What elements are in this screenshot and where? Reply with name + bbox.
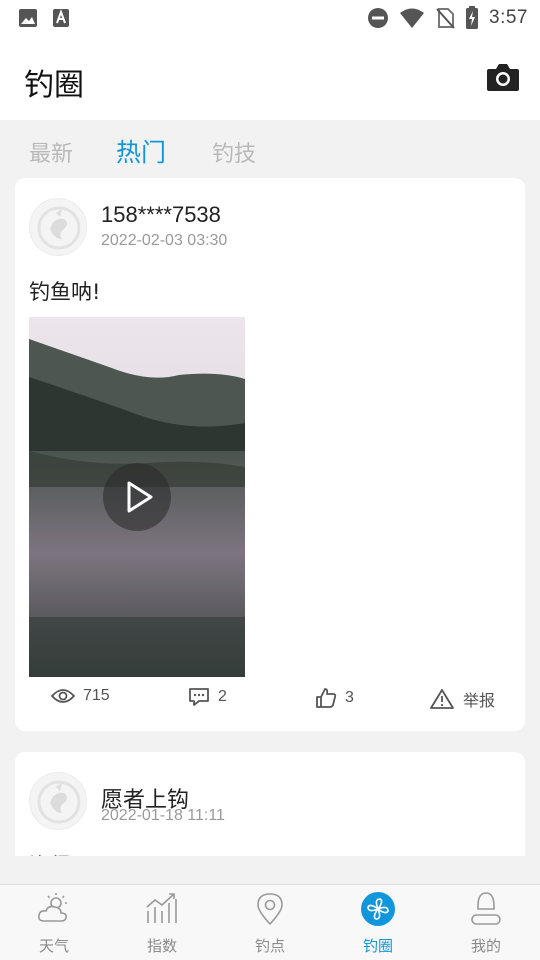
nav-weather[interactable]: 天气 [0, 885, 108, 960]
nav-label: 钓圈 [362, 937, 393, 955]
report-button[interactable]: 举报 [429, 687, 495, 711]
app-bar: 钓圈 [0, 36, 540, 120]
feed-tabs: 最新 热门 钓技 [0, 120, 540, 178]
tab-hot[interactable]: 热门 [116, 133, 166, 169]
post-card[interactable]: 158****7538 2022-02-03 03:30 钓鱼呐! 715 2 … [15, 178, 525, 731]
like-button[interactable]: 3 [315, 687, 354, 709]
chart-icon [146, 893, 177, 923]
report-label: 举报 [463, 693, 496, 710]
location-pin-icon [257, 893, 283, 926]
bottom-nav: 天气 指数 钓点 钓圈 我的 [0, 884, 540, 960]
image-icon [19, 9, 37, 27]
nav-index[interactable]: 指数 [108, 885, 216, 960]
post-date: 2022-02-03 03:30 [101, 232, 228, 249]
comments-count: 2 [218, 688, 227, 705]
video-thumbnail[interactable] [29, 317, 245, 677]
nav-label: 天气 [38, 937, 69, 955]
post-text: 钓鱼呐! [29, 280, 101, 304]
nav-label: 钓点 [254, 937, 285, 955]
battery-charging-icon [466, 6, 479, 29]
status-bar: 3:57 [0, 0, 540, 36]
weather-icon [38, 893, 67, 922]
likes-count: 3 [345, 689, 354, 706]
views-count: 715 [83, 687, 110, 704]
post-text: 渔得 [29, 850, 71, 856]
nav-spots[interactable]: 钓点 [216, 885, 324, 960]
avatar[interactable] [29, 198, 87, 256]
tab-skills[interactable]: 钓技 [212, 136, 256, 168]
eye-icon [51, 689, 75, 703]
pinwheel-icon [361, 892, 395, 926]
post-date: 2022-01-18 11:11 [101, 807, 225, 824]
wifi-icon [400, 8, 425, 28]
no-sim-icon [436, 8, 455, 29]
nav-circle[interactable]: 钓圈 [324, 885, 432, 960]
avatar-logo-icon [37, 206, 81, 250]
nav-mine[interactable]: 我的 [432, 885, 540, 960]
a-icon [53, 9, 69, 27]
comment-button[interactable]: 2 [188, 687, 227, 707]
play-button[interactable] [103, 463, 171, 531]
dnd-icon [368, 8, 389, 28]
post-actions: 715 2 3 举报 [15, 683, 525, 717]
tab-latest[interactable]: 最新 [29, 136, 73, 168]
comment-icon [189, 688, 209, 706]
post-username[interactable]: 158****7538 [101, 202, 221, 228]
user-icon [471, 892, 501, 925]
avatar-logo-icon [37, 780, 81, 824]
status-time: 3:57 [489, 7, 528, 28]
warning-icon [430, 689, 454, 709]
page-title: 钓圈 [24, 68, 84, 103]
avatar[interactable] [29, 772, 87, 830]
nav-label: 我的 [470, 937, 501, 955]
views-stat: 715 [51, 687, 110, 705]
thumbs-up-icon [316, 688, 337, 708]
play-icon [127, 481, 153, 513]
post-card[interactable]: 愿者上钩 2022-01-18 11:11 渔得 [15, 752, 525, 856]
nav-label: 指数 [146, 937, 177, 955]
camera-icon[interactable] [486, 62, 520, 92]
